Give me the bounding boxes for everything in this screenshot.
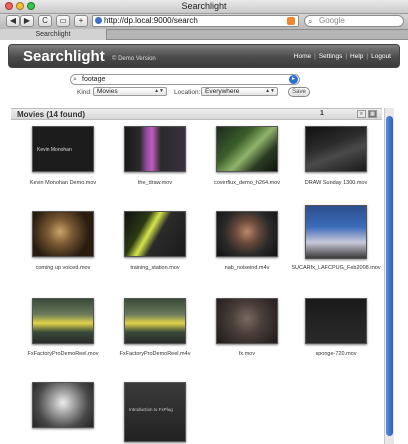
forward-button[interactable]: ▶ <box>20 15 34 27</box>
back-button[interactable]: ◀ <box>6 15 20 27</box>
chevron-down-icon: ▲▼ <box>265 88 275 94</box>
web-search-placeholder: Google <box>319 16 345 25</box>
movie-thumbnail[interactable] <box>216 211 278 257</box>
list-view-icon[interactable]: ≡ <box>357 110 366 118</box>
search-icon: ⌕ <box>308 17 313 26</box>
nav-help[interactable]: Help <box>350 53 363 60</box>
nav-settings[interactable]: Settings <box>319 53 343 60</box>
nav-home[interactable]: Home <box>294 53 311 60</box>
movie-thumbnail[interactable]: Introduction to FxPlug <box>124 382 186 442</box>
tab-searchlight[interactable]: Searchlight <box>0 29 107 40</box>
web-search-input[interactable]: ⌕ Google <box>304 15 404 27</box>
search-icon: ⌕ <box>73 76 77 83</box>
thumbnail-caption: Kevin Monohan <box>37 147 72 153</box>
save-button[interactable]: Save <box>288 87 310 97</box>
page-content: Searchlight © Demo Version Home | Settin… <box>0 40 408 444</box>
chevron-down-icon: ▲▼ <box>154 88 164 94</box>
movie-thumbnail[interactable] <box>32 211 94 257</box>
scrollbar-thumb[interactable] <box>386 116 393 436</box>
movie-thumbnail[interactable] <box>32 382 94 428</box>
movie-thumbnail[interactable] <box>124 211 186 257</box>
kind-select[interactable]: Movies ▲▼ <box>93 87 167 96</box>
kind-label: Kind: <box>77 89 92 96</box>
movie-thumbnail[interactable] <box>305 126 367 172</box>
search-go-button[interactable]: ▸ <box>289 75 298 84</box>
toolbar: ◀ ▶ C ▭ + http://dp.local:9000/search ⌕ … <box>0 14 408 29</box>
location-label: Location: <box>174 89 201 96</box>
movie-thumbnail[interactable] <box>305 298 367 344</box>
app-logo[interactable]: Searchlight <box>23 48 105 65</box>
vertical-scrollbar[interactable] <box>384 108 394 444</box>
thumbnail-caption: Introduction to FxPlug <box>129 407 173 412</box>
results-title: Movies (14 found) <box>17 110 86 119</box>
movie-thumbnail[interactable] <box>216 298 278 344</box>
location-value: Everywhere <box>205 88 240 95</box>
nav-logout[interactable]: Logout <box>371 53 391 60</box>
movie-title[interactable]: FxFactoryProDemoReel.mov <box>17 351 109 357</box>
movie-thumbnail[interactable] <box>124 126 186 172</box>
search-query: footage <box>82 76 106 83</box>
movie-title[interactable]: coming up voiced.mov <box>17 265 109 271</box>
app-header: Searchlight © Demo Version Home | Settin… <box>8 44 400 68</box>
movie-thumbnail[interactable] <box>216 126 278 172</box>
results-header: Movies (14 found) 1 ≡ ▦ <box>11 108 382 120</box>
movie-thumbnail[interactable] <box>305 205 367 259</box>
url-text: http://dp.local:9000/search <box>104 16 198 25</box>
movie-title[interactable]: SUCARfx_LAFCPUG_Feb2008.mov <box>290 265 382 271</box>
movie-title[interactable]: training_station.mov <box>109 265 201 271</box>
browser-window: Searchlight ◀ ▶ C ▭ + http://dp.local:90… <box>0 0 408 444</box>
window-title: Searchlight <box>181 1 227 11</box>
movie-title[interactable]: FxFactoryProDemoReel.m4v <box>109 351 201 357</box>
header-nav: Home | Settings | Help | Logout <box>294 53 391 60</box>
movie-title[interactable]: Kevin Monohan Demo.mov <box>17 180 109 186</box>
nav-separator: | <box>345 53 348 60</box>
movie-thumbnail[interactable] <box>124 298 186 344</box>
grid-view-icon[interactable]: ▦ <box>368 110 377 118</box>
window-icon[interactable]: ▭ <box>56 15 70 27</box>
movie-title[interactable]: nab_noiseind.m4v <box>201 265 293 271</box>
url-field[interactable]: http://dp.local:9000/search <box>92 15 299 27</box>
page-number[interactable]: 1 <box>320 110 324 117</box>
movie-title[interactable]: fx.mov <box>201 351 293 357</box>
favicon-icon <box>95 17 102 24</box>
movie-thumbnail[interactable]: Kevin Monohan <box>32 126 94 172</box>
reload-button[interactable]: C <box>38 15 52 27</box>
rss-icon[interactable] <box>287 17 295 25</box>
nav-separator: | <box>314 53 316 60</box>
movie-title[interactable]: the_draw.mov <box>109 180 201 186</box>
movie-title[interactable]: coverflux_demo_h264.mov <box>201 180 293 186</box>
movie-title[interactable]: DRAW Sunday 1300.mov <box>290 180 382 186</box>
location-select[interactable]: Everywhere ▲▼ <box>201 87 278 96</box>
app-subtitle: © Demo Version <box>112 56 156 62</box>
nav-separator: | <box>366 53 369 60</box>
add-bookmark-button[interactable]: + <box>74 15 88 27</box>
search-input[interactable]: ⌕ footage ✕ <box>70 74 300 85</box>
kind-value: Movies <box>97 88 118 95</box>
results-grid: Kevin Monohan Kevin Monohan Demo.mov the… <box>11 120 382 444</box>
movie-thumbnail[interactable] <box>32 298 94 344</box>
tab-strip: Searchlight <box>0 29 408 40</box>
movie-title[interactable]: sponge-720.mov <box>290 351 382 357</box>
title-bar: Searchlight <box>0 0 408 14</box>
